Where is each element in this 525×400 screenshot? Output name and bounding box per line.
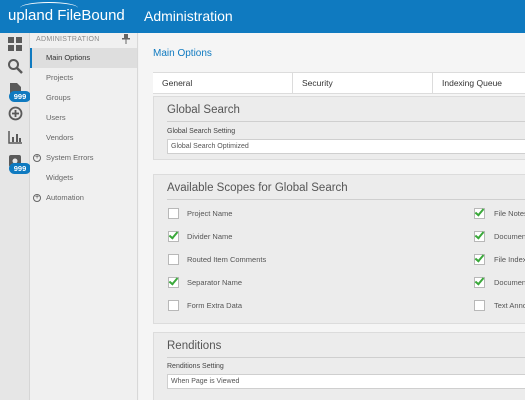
admin-menu: ADMINISTRATION Main Options Projects Gro… (30, 33, 138, 400)
menu-item-label: Groups (46, 93, 71, 102)
menu-header: ADMINISTRATION (36, 36, 100, 43)
scope-checkbox-project-name[interactable] (168, 208, 179, 219)
global-search-title: Global Search (167, 104, 240, 116)
scope-checkbox-routed-item-comments[interactable] (168, 254, 179, 265)
add-circle-icon[interactable] (6, 105, 24, 123)
global-search-setting-field[interactable]: Global Search Optimized (167, 139, 525, 154)
dashboard-icon[interactable] (6, 35, 24, 53)
menu-item-label: Automation (46, 193, 84, 202)
menu-item-main-options[interactable]: Main Options (30, 48, 137, 68)
brand-upland-text: upland (8, 7, 54, 24)
menu-item-label: Vendors (46, 133, 74, 142)
divider (167, 199, 525, 200)
scope-checkbox-file-index[interactable] (474, 252, 485, 265)
divider (167, 121, 525, 122)
page-header-title: Administration (144, 8, 233, 24)
scopes-title: Available Scopes for Global Search (167, 182, 348, 194)
options-tabs: General Security Indexing Queue (153, 72, 525, 94)
scope-checkbox-separator-name[interactable] (168, 275, 179, 288)
scope-label: Separator Name (187, 278, 243, 287)
icon-rail: 999 999 (0, 33, 31, 400)
checkmark-icon (474, 229, 485, 240)
scope-label: Documen (494, 232, 525, 241)
menu-item-automation[interactable]: + Automation (30, 188, 137, 208)
menu-item-label: System Errors (46, 153, 94, 162)
renditions-panel: Renditions Renditions Setting When Page … (153, 332, 525, 400)
expand-plus-icon[interactable]: + (33, 154, 41, 162)
menu-item-users[interactable]: Users (30, 108, 137, 128)
menu-item-label: Widgets (46, 173, 74, 182)
renditions-title: Renditions (167, 340, 222, 352)
pin-icon[interactable] (122, 34, 130, 46)
brand-filebound-text: FileBound (57, 7, 125, 24)
scope-label: Routed Item Comments (187, 255, 267, 264)
menu-item-label: Projects (46, 73, 74, 82)
renditions-setting-label: Renditions Setting (167, 363, 224, 370)
menu-item-widgets[interactable]: Widgets (30, 168, 137, 188)
checkmark-icon (474, 252, 485, 263)
checkmark-icon (474, 275, 485, 286)
menu-item-projects[interactable]: Projects (30, 68, 137, 88)
search-icon[interactable] (6, 57, 24, 75)
expand-plus-icon[interactable]: + (33, 194, 41, 202)
scope-label: Documen (494, 278, 525, 287)
upland-filebound-logo[interactable]: upland FileBound (8, 2, 125, 24)
global-search-panel: Global Search Global Search Setting Glob… (153, 96, 525, 160)
scope-checkbox-form-extra-data[interactable] (168, 300, 179, 311)
scope-checkbox-document-2[interactable] (474, 275, 485, 288)
tab-general[interactable]: General (153, 73, 293, 94)
checkmark-icon (168, 275, 179, 286)
divider (167, 357, 525, 358)
top-header: upland FileBound Administration (0, 0, 525, 33)
scope-label: Divider Name (187, 232, 233, 241)
scope-label: File Notes (494, 209, 525, 218)
main-content: Main Options General Security Indexing Q… (139, 33, 525, 400)
checkmark-icon (474, 206, 485, 217)
tab-indexing-queue[interactable]: Indexing Queue (433, 73, 525, 94)
page-title: Main Options (153, 48, 212, 59)
scopes-panel: Available Scopes for Global Search Proje… (153, 174, 525, 324)
scope-checkbox-file-notes[interactable] (474, 206, 485, 219)
scope-label: File Index (494, 255, 525, 264)
scope-checkbox-divider-name[interactable] (168, 229, 179, 242)
menu-item-vendors[interactable]: Vendors (30, 128, 137, 148)
scope-checkbox-document-1[interactable] (474, 229, 485, 242)
logo-arc-icon (20, 2, 78, 8)
menu-item-label: Users (46, 113, 66, 122)
document-count-badge: 999 (9, 91, 31, 102)
scope-label: Project Name (187, 209, 233, 218)
menu-item-system-errors[interactable]: + System Errors (30, 148, 137, 168)
checkmark-icon (168, 229, 179, 240)
scope-label: Form Extra Data (187, 301, 243, 310)
menu-item-label: Main Options (46, 53, 91, 62)
renditions-setting-field[interactable]: When Page is Viewed (167, 374, 525, 389)
scope-label: Text Anno (494, 301, 525, 310)
chart-icon[interactable] (6, 128, 24, 146)
menu-item-groups[interactable]: Groups (30, 88, 137, 108)
workflow-count-badge: 999 (9, 163, 31, 174)
tab-security[interactable]: Security (293, 73, 433, 94)
scope-checkbox-text-annotations[interactable] (474, 300, 485, 311)
global-search-setting-label: Global Search Setting (167, 128, 236, 135)
